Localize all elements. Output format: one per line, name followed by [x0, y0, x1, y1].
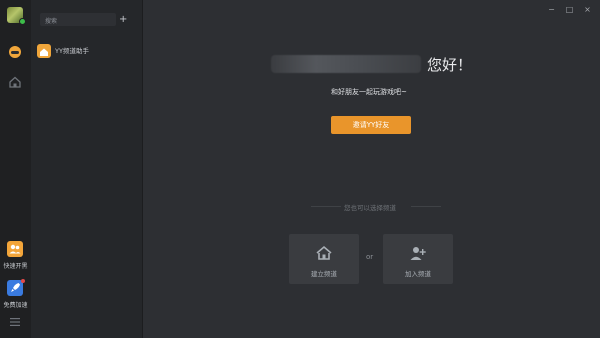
home-icon[interactable] [8, 75, 22, 89]
create-channel-button[interactable]: 建立频道 [289, 234, 359, 284]
greeting-text: 您好！ [427, 56, 473, 74]
blurred-username [271, 55, 421, 73]
add-user-icon [410, 247, 426, 260]
notification-dot [21, 279, 25, 283]
free-boost-label: 免费加速 [3, 302, 28, 309]
minimize-button[interactable]: − [547, 5, 556, 14]
channel-assistant-icon [37, 44, 51, 58]
list-item[interactable]: YY频道助手 [31, 42, 142, 60]
game-controller-icon[interactable] [8, 45, 22, 59]
search-placeholder: 搜索 [45, 18, 58, 25]
left-rail: 快速开黑 免费加速 [0, 0, 31, 338]
create-channel-label: 建立频道 [311, 270, 337, 278]
window-controls: − □ × [547, 5, 592, 14]
channel-item-label: YY频道助手 [55, 47, 89, 55]
join-channel-label: 加入频道 [405, 270, 431, 278]
quick-start-button[interactable] [7, 241, 23, 257]
subtitle-text: 和好朋友一起玩游戏吧~ [331, 88, 407, 96]
online-status-dot [19, 18, 26, 25]
quick-start-label: 快速开黑 [3, 263, 28, 270]
group-icon [9, 244, 21, 254]
menu-icon[interactable] [10, 318, 20, 326]
invite-friends-button[interactable]: 邀请YY好友 [331, 116, 411, 134]
divider-text: 您也可以选择频道 [344, 204, 396, 212]
maximize-button[interactable]: □ [565, 5, 574, 14]
app-window: 快速开黑 免费加速 搜索 + YY频道助手 − □ × 您好！ 和好朋友一起玩游… [0, 0, 600, 338]
home-icon [316, 245, 332, 260]
main-content: − □ × [143, 0, 600, 338]
or-separator: or [366, 253, 374, 261]
close-button[interactable]: × [583, 5, 592, 14]
add-button[interactable]: + [119, 13, 127, 26]
join-channel-button[interactable]: 加入频道 [383, 234, 453, 284]
